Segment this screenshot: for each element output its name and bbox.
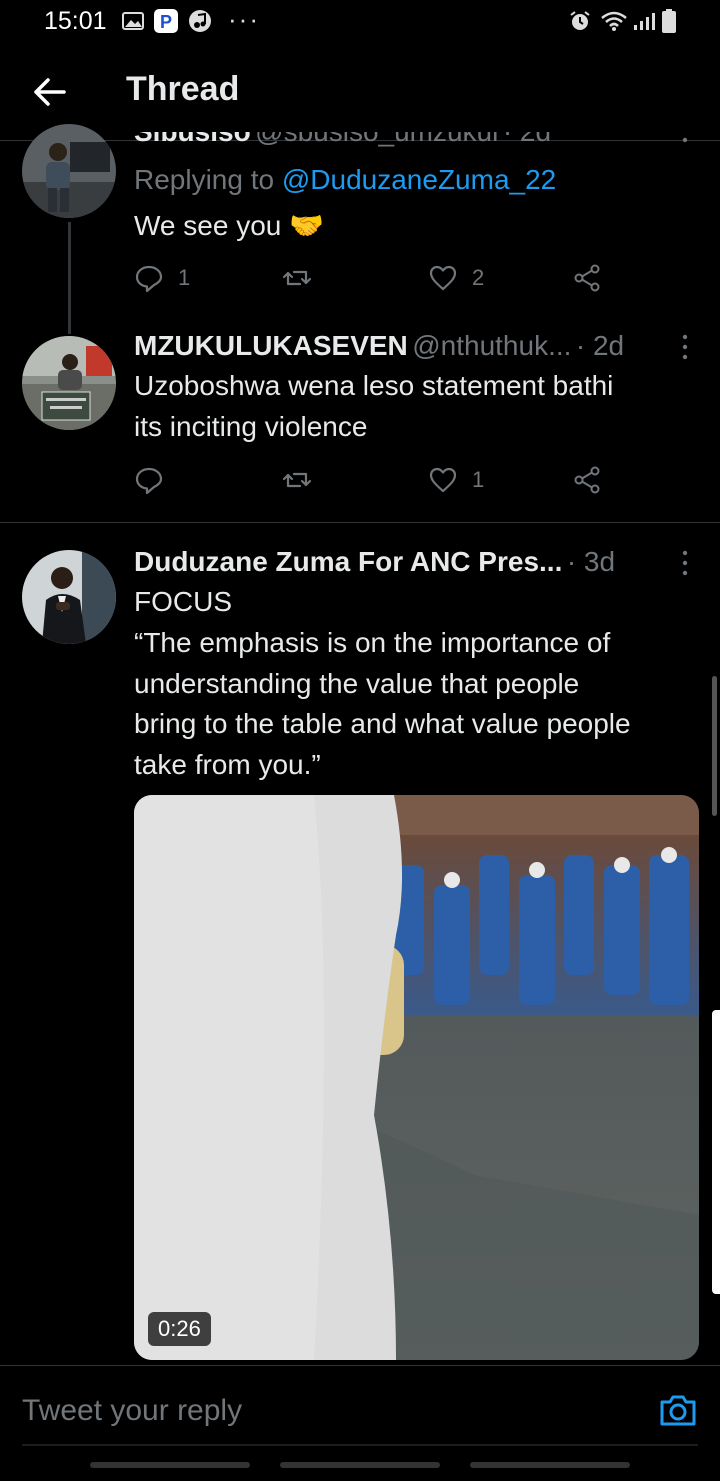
retweet-action[interactable]	[282, 460, 326, 500]
more-options-icon[interactable]	[680, 132, 690, 148]
tweet-line-2: “The emphasis is on the importance of	[134, 627, 611, 658]
camera-icon[interactable]	[656, 1388, 700, 1432]
tweet-header: MZUKULUKASEVEN @nthuthuk... · 2d	[134, 330, 624, 362]
tweet-time: · 3d	[566, 546, 616, 577]
divider	[0, 522, 720, 523]
tweet-line-4: bring to the table and what value people	[134, 708, 631, 739]
reply-input[interactable]: Tweet your reply	[22, 1394, 242, 1428]
tweet-time: · 2d	[503, 132, 551, 147]
replying-to-link[interactable]: @DuduzaneZuma_22	[282, 164, 556, 195]
gallery-icon	[122, 12, 144, 30]
reply-action[interactable]: 1	[134, 258, 190, 298]
svg-text:P: P	[160, 12, 172, 32]
header: Thread	[0, 48, 720, 141]
like-count: 1	[472, 467, 485, 492]
p-app-icon: P	[154, 9, 178, 33]
retweet-action[interactable]	[282, 258, 326, 298]
tweet-video[interactable]: 0:26	[134, 795, 699, 1360]
reply-icon	[135, 467, 163, 495]
scroll-handle[interactable]	[712, 1010, 720, 1294]
heart-icon	[429, 467, 457, 493]
share-icon	[574, 466, 600, 494]
share-action[interactable]	[572, 258, 602, 298]
alarm-icon	[570, 11, 590, 30]
tweet-text: We see you 🤝	[134, 206, 324, 246]
tweet-line-5: take from you.”	[134, 749, 321, 780]
tweet-time: · 2d	[575, 330, 625, 361]
avatar[interactable]	[22, 550, 116, 644]
author-name[interactable]: MZUKULUKASEVEN	[134, 330, 408, 361]
reply-action[interactable]	[134, 460, 178, 500]
more-options-icon[interactable]	[680, 548, 690, 578]
status-time: 15:01	[44, 7, 107, 35]
share-action[interactable]	[572, 460, 602, 500]
battery-icon	[662, 9, 676, 33]
tweet-line-1: Uzoboshwa wena leso statement bathi	[134, 370, 614, 401]
page-title: Thread	[126, 70, 240, 108]
author-name[interactable]: Duduzane Zuma For ANC Pres...	[134, 546, 562, 577]
nav-home-button[interactable]	[280, 1462, 440, 1468]
reply-count: 1	[178, 265, 191, 290]
scrollbar[interactable]	[712, 676, 717, 816]
tweet-2[interactable]: MZUKULUKASEVEN @nthuthuk... · 2d Uzobosh…	[0, 330, 720, 520]
music-icon	[189, 10, 211, 32]
replying-to-line: Replying to @DuduzaneZuma_22	[134, 160, 556, 200]
avatar[interactable]	[22, 336, 116, 430]
reply-divider	[22, 1444, 698, 1446]
retweet-icon	[282, 472, 312, 488]
author-handle: @nthuthuk...	[412, 330, 572, 361]
more-options-icon[interactable]	[680, 332, 690, 362]
tweet-line-3: understanding the value that people	[134, 668, 580, 699]
tweet-header-clipped: Sibusiso @sbusiso_umzukul · 2d	[134, 132, 654, 148]
video-duration: 0:26	[148, 1312, 211, 1346]
back-arrow-icon[interactable]	[28, 70, 72, 114]
nav-recent-button[interactable]	[90, 1462, 250, 1468]
author-name[interactable]: Sibusiso	[134, 132, 251, 147]
heart-icon	[429, 265, 457, 291]
wifi-icon	[601, 11, 627, 31]
tweet-body: We see you	[134, 210, 282, 241]
tweet-line-1: FOCUS	[134, 586, 232, 617]
more-dots-icon: ···	[228, 4, 260, 34]
avatar[interactable]	[22, 124, 116, 218]
status-bar: 15:01 P ···	[0, 0, 720, 48]
video-thumbnail	[134, 795, 699, 1360]
handshake-emoji: 🤝	[289, 210, 324, 241]
like-action[interactable]: 1	[428, 460, 484, 500]
signal-icon	[634, 13, 655, 30]
share-icon	[574, 264, 600, 292]
replying-label: Replying to	[134, 164, 275, 195]
tweet-header: Duduzane Zuma For ANC Pres... · 3d	[134, 546, 615, 578]
author-handle: @sbusiso_umzukul	[255, 132, 498, 147]
tweet-line-2: its inciting violence	[134, 411, 368, 442]
like-count: 2	[472, 265, 485, 290]
reply-icon	[135, 265, 163, 293]
retweet-icon	[282, 270, 312, 286]
system-nav-bar	[0, 1448, 720, 1480]
tweet-1[interactable]: Sibusiso @sbusiso_umzukul · 2d Replying …	[0, 124, 720, 320]
nav-back-button[interactable]	[470, 1462, 630, 1468]
like-action[interactable]: 2	[428, 258, 484, 298]
